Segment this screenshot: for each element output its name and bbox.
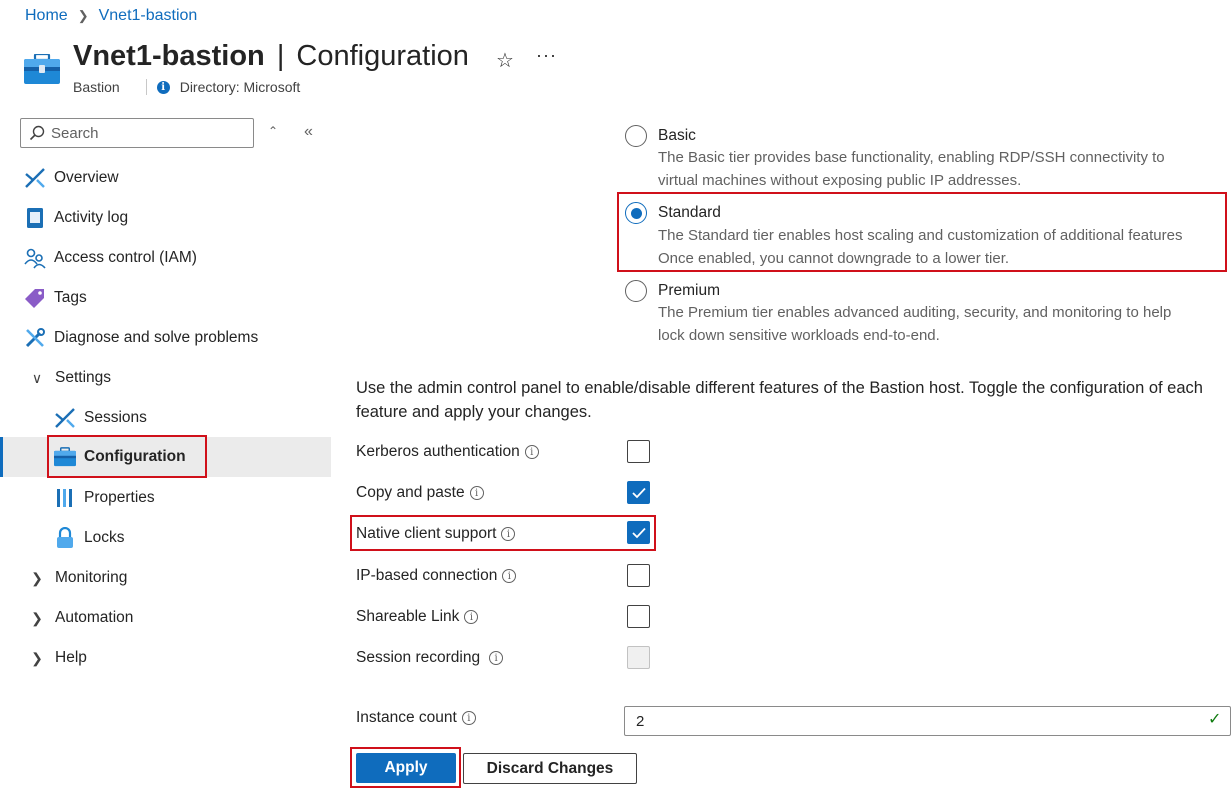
sidebar-item-tags[interactable]: Tags <box>0 278 331 318</box>
configuration-icon <box>54 446 76 468</box>
info-icon[interactable]: i <box>524 445 539 459</box>
search-placeholder: Search <box>51 124 99 142</box>
chevron-right-icon: ❯ <box>77 8 89 23</box>
sidebar-group-monitoring[interactable]: ❯ Monitoring <box>0 558 331 598</box>
wrench-icon <box>24 327 46 349</box>
kerberos-checkbox[interactable] <box>627 440 650 463</box>
divider <box>145 79 147 95</box>
sidebar-group-automation[interactable]: ❯ Automation <box>0 598 331 638</box>
activity-log-icon <box>24 207 46 229</box>
tier-standard-description: The Standard tier enables host scaling a… <box>658 227 1183 267</box>
feature-shareable-link-label: Shareable Link i <box>356 608 479 626</box>
discard-changes-button[interactable]: Discard Changes <box>463 753 637 784</box>
info-icon: i <box>156 80 170 94</box>
bastion-resource-icon <box>24 52 60 84</box>
sidebar-search-input[interactable]: Search <box>20 118 254 148</box>
tier-basic-radio[interactable] <box>625 125 647 147</box>
feature-copy-paste-label: Copy and paste i <box>356 484 484 502</box>
info-icon[interactable]: i <box>464 610 479 624</box>
sidebar-item-properties[interactable]: Properties <box>0 478 331 518</box>
sidebar-item-sessions[interactable]: Sessions <box>0 398 331 438</box>
info-icon[interactable]: i <box>461 711 476 725</box>
overview-icon <box>24 167 46 189</box>
checkmark-icon <box>631 527 646 538</box>
sidebar-item-locks[interactable]: Locks <box>0 518 331 558</box>
sidebar-item-activity-log[interactable]: Activity log <box>0 198 331 238</box>
sidebar-group-settings[interactable]: ∨ Settings <box>0 358 331 398</box>
info-icon[interactable]: i <box>501 527 516 541</box>
resource-subtitle: Bastion i Directory: Microsoft <box>73 79 300 95</box>
resource-type: Bastion <box>73 79 120 95</box>
native-client-checkbox[interactable] <box>627 521 650 544</box>
sidebar-item-access-control[interactable]: Access control (IAM) <box>0 238 331 278</box>
chevron-right-icon: ❯ <box>31 569 43 586</box>
tier-premium-description: The Premium tier enables advanced auditi… <box>658 304 1172 344</box>
tier-standard-radio[interactable] <box>625 202 647 224</box>
properties-icon <box>54 487 76 509</box>
tag-icon <box>24 287 46 309</box>
feature-kerberos-label: Kerberos authentication i <box>356 443 539 461</box>
sort-updown-icon[interactable]: ⌃ <box>268 124 278 138</box>
collapse-sidebar-icon[interactable]: « <box>304 123 313 141</box>
tier-premium-radio[interactable] <box>625 280 647 302</box>
instance-count-input[interactable]: 2 <box>624 706 1231 736</box>
info-icon[interactable]: i <box>469 486 484 500</box>
chevron-right-icon: ❯ <box>31 609 43 626</box>
features-intro: Use the admin control panel to enable/di… <box>356 379 1203 421</box>
selection-indicator <box>0 437 3 477</box>
shareable-link-checkbox[interactable] <box>627 605 650 628</box>
sidebar-item-diagnose[interactable]: Diagnose and solve problems <box>0 318 331 358</box>
breadcrumb-home-link[interactable]: Home <box>25 7 68 25</box>
tier-basic-description: The Basic tier provides base functionali… <box>658 149 1165 189</box>
more-icon[interactable]: ··· <box>536 45 557 66</box>
feature-session-recording-label: Session recording i <box>356 649 504 667</box>
ip-connection-checkbox[interactable] <box>627 564 650 587</box>
directory-label: Directory: Microsoft <box>179 79 301 95</box>
checkmark-icon <box>631 487 646 498</box>
tier-basic-title: Basic <box>658 127 696 144</box>
page-title: Vnet1-bastion | Configuration <box>73 40 469 72</box>
tier-premium-title: Premium <box>658 282 721 299</box>
valid-check-icon: ✓ <box>1208 711 1222 728</box>
search-icon <box>29 125 45 141</box>
feature-ip-connection-label: IP-based connection i <box>356 567 517 585</box>
iam-icon <box>24 247 46 269</box>
instance-count-label: Instance count i <box>356 709 476 727</box>
sidebar-item-overview[interactable]: Overview <box>0 158 331 198</box>
breadcrumb-resource-link[interactable]: Vnet1-bastion <box>99 7 198 25</box>
sidebar-group-help[interactable]: ❯ Help <box>0 638 331 678</box>
sessions-icon <box>54 407 76 429</box>
chevron-down-icon: ∨ <box>31 369 43 386</box>
copy-paste-checkbox[interactable] <box>627 481 650 504</box>
lock-icon <box>54 527 76 549</box>
info-icon[interactable]: i <box>489 651 504 665</box>
info-icon[interactable]: i <box>502 569 517 583</box>
feature-native-client-label: Native client support i <box>356 525 516 543</box>
breadcrumb: Home ❯ Vnet1-bastion <box>25 7 197 25</box>
session-recording-checkbox <box>627 646 650 669</box>
chevron-right-icon: ❯ <box>31 649 43 666</box>
star-icon[interactable]: ☆ <box>496 48 514 73</box>
sidebar-item-configuration[interactable]: Configuration <box>0 437 331 477</box>
apply-button[interactable]: Apply <box>356 753 456 783</box>
tier-standard-title: Standard <box>658 204 721 221</box>
